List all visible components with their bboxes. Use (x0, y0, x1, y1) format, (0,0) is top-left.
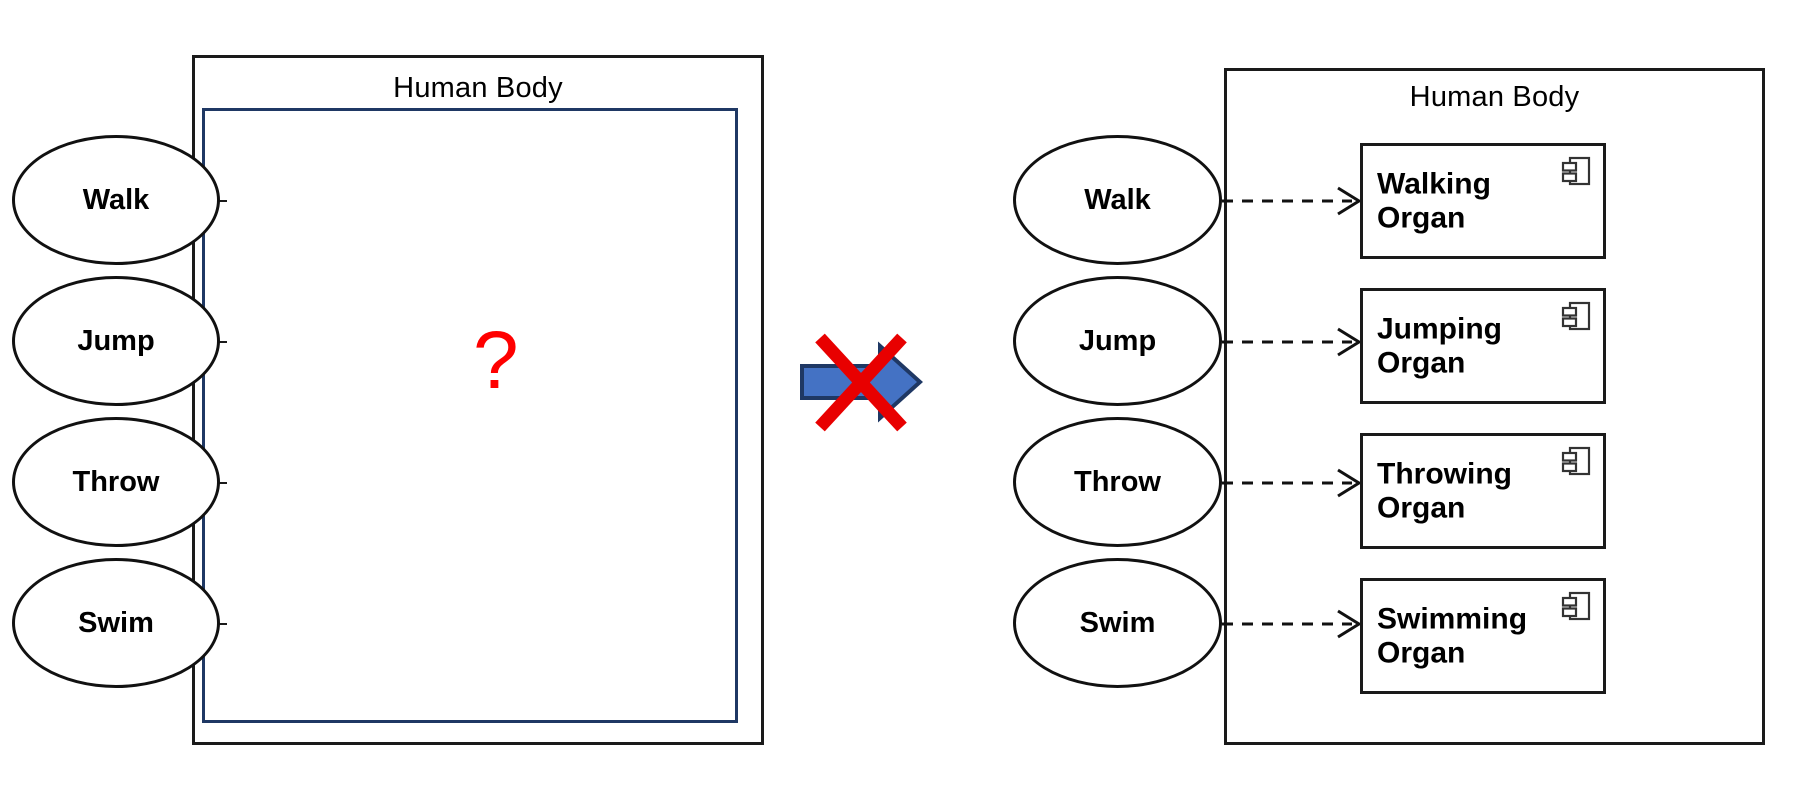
component-name-line2: Organ (1377, 491, 1466, 524)
component-name-line2: Organ (1377, 201, 1466, 234)
dashed-arrow-svg (1222, 468, 1362, 498)
dashed-arrow-svg (1222, 327, 1362, 357)
component-name-line1: Jumping (1377, 312, 1502, 346)
dashed-arrow-svg (1222, 186, 1362, 216)
component-throwing-organ-label: Throwing Organ (1377, 457, 1589, 524)
right-usecase-throw[interactable]: Throw (1013, 417, 1222, 547)
dashed-arrow-svg (1222, 609, 1362, 639)
component-name-line1: Throwing (1377, 457, 1512, 491)
left-usecase-swim[interactable]: Swim (12, 558, 220, 688)
diagram-canvas: Human Body ? Walk Jump Throw Swim Human … (0, 0, 1797, 797)
component-jumping-organ-label: Jumping Organ (1377, 312, 1589, 379)
rejected-transformation-marker (796, 330, 926, 435)
component-swimming-organ-label: Swimming Organ (1377, 602, 1589, 669)
right-usecase-jump[interactable]: Jump (1013, 276, 1222, 406)
right-usecase-swim[interactable]: Swim (1013, 558, 1222, 688)
crossed-out-arrow-svg (800, 333, 923, 432)
component-name-line2: Organ (1377, 636, 1466, 669)
right-usecase-swim-label: Swim (1079, 606, 1156, 639)
left-usecase-jump-label: Jump (77, 324, 155, 357)
left-usecase-walk[interactable]: Walk (12, 135, 220, 265)
left-inner-empty-region (202, 108, 738, 723)
component-name-line1: Walking (1377, 167, 1491, 201)
right-usecase-jump-label: Jump (1078, 324, 1157, 357)
dependency-arrow-throw (1222, 468, 1364, 498)
component-name-line2: Organ (1377, 346, 1466, 379)
right-system-title: Human Body (1409, 81, 1580, 113)
left-usecase-walk-label: Walk (82, 183, 150, 216)
uml-component-icon (1561, 446, 1591, 476)
component-swimming-organ[interactable]: Swimming Organ (1360, 578, 1606, 694)
left-usecase-throw[interactable]: Throw (12, 417, 220, 547)
component-walking-organ[interactable]: Walking Organ (1360, 143, 1606, 259)
left-usecase-jump[interactable]: Jump (12, 276, 220, 406)
component-name-line1: Swimming (1377, 602, 1528, 636)
left-system-title: Human Body (393, 72, 563, 104)
uml-component-icon (1561, 591, 1591, 621)
right-usecase-walk[interactable]: Walk (1013, 135, 1222, 265)
left-usecase-throw-label: Throw (72, 465, 160, 498)
dependency-arrow-walk (1222, 186, 1364, 216)
uml-component-icon (1561, 301, 1591, 331)
component-throwing-organ[interactable]: Throwing Organ (1360, 433, 1606, 549)
right-usecase-walk-label: Walk (1084, 183, 1151, 216)
component-walking-organ-label: Walking Organ (1377, 167, 1589, 234)
component-jumping-organ[interactable]: Jumping Organ (1360, 288, 1606, 404)
dependency-arrow-jump (1222, 327, 1364, 357)
dependency-arrow-swim (1222, 609, 1364, 639)
right-usecase-throw-label: Throw (1074, 465, 1161, 498)
left-usecase-swim-label: Swim (78, 606, 154, 639)
unknown-content-question-mark: ? (473, 315, 519, 406)
uml-component-icon (1561, 156, 1591, 186)
